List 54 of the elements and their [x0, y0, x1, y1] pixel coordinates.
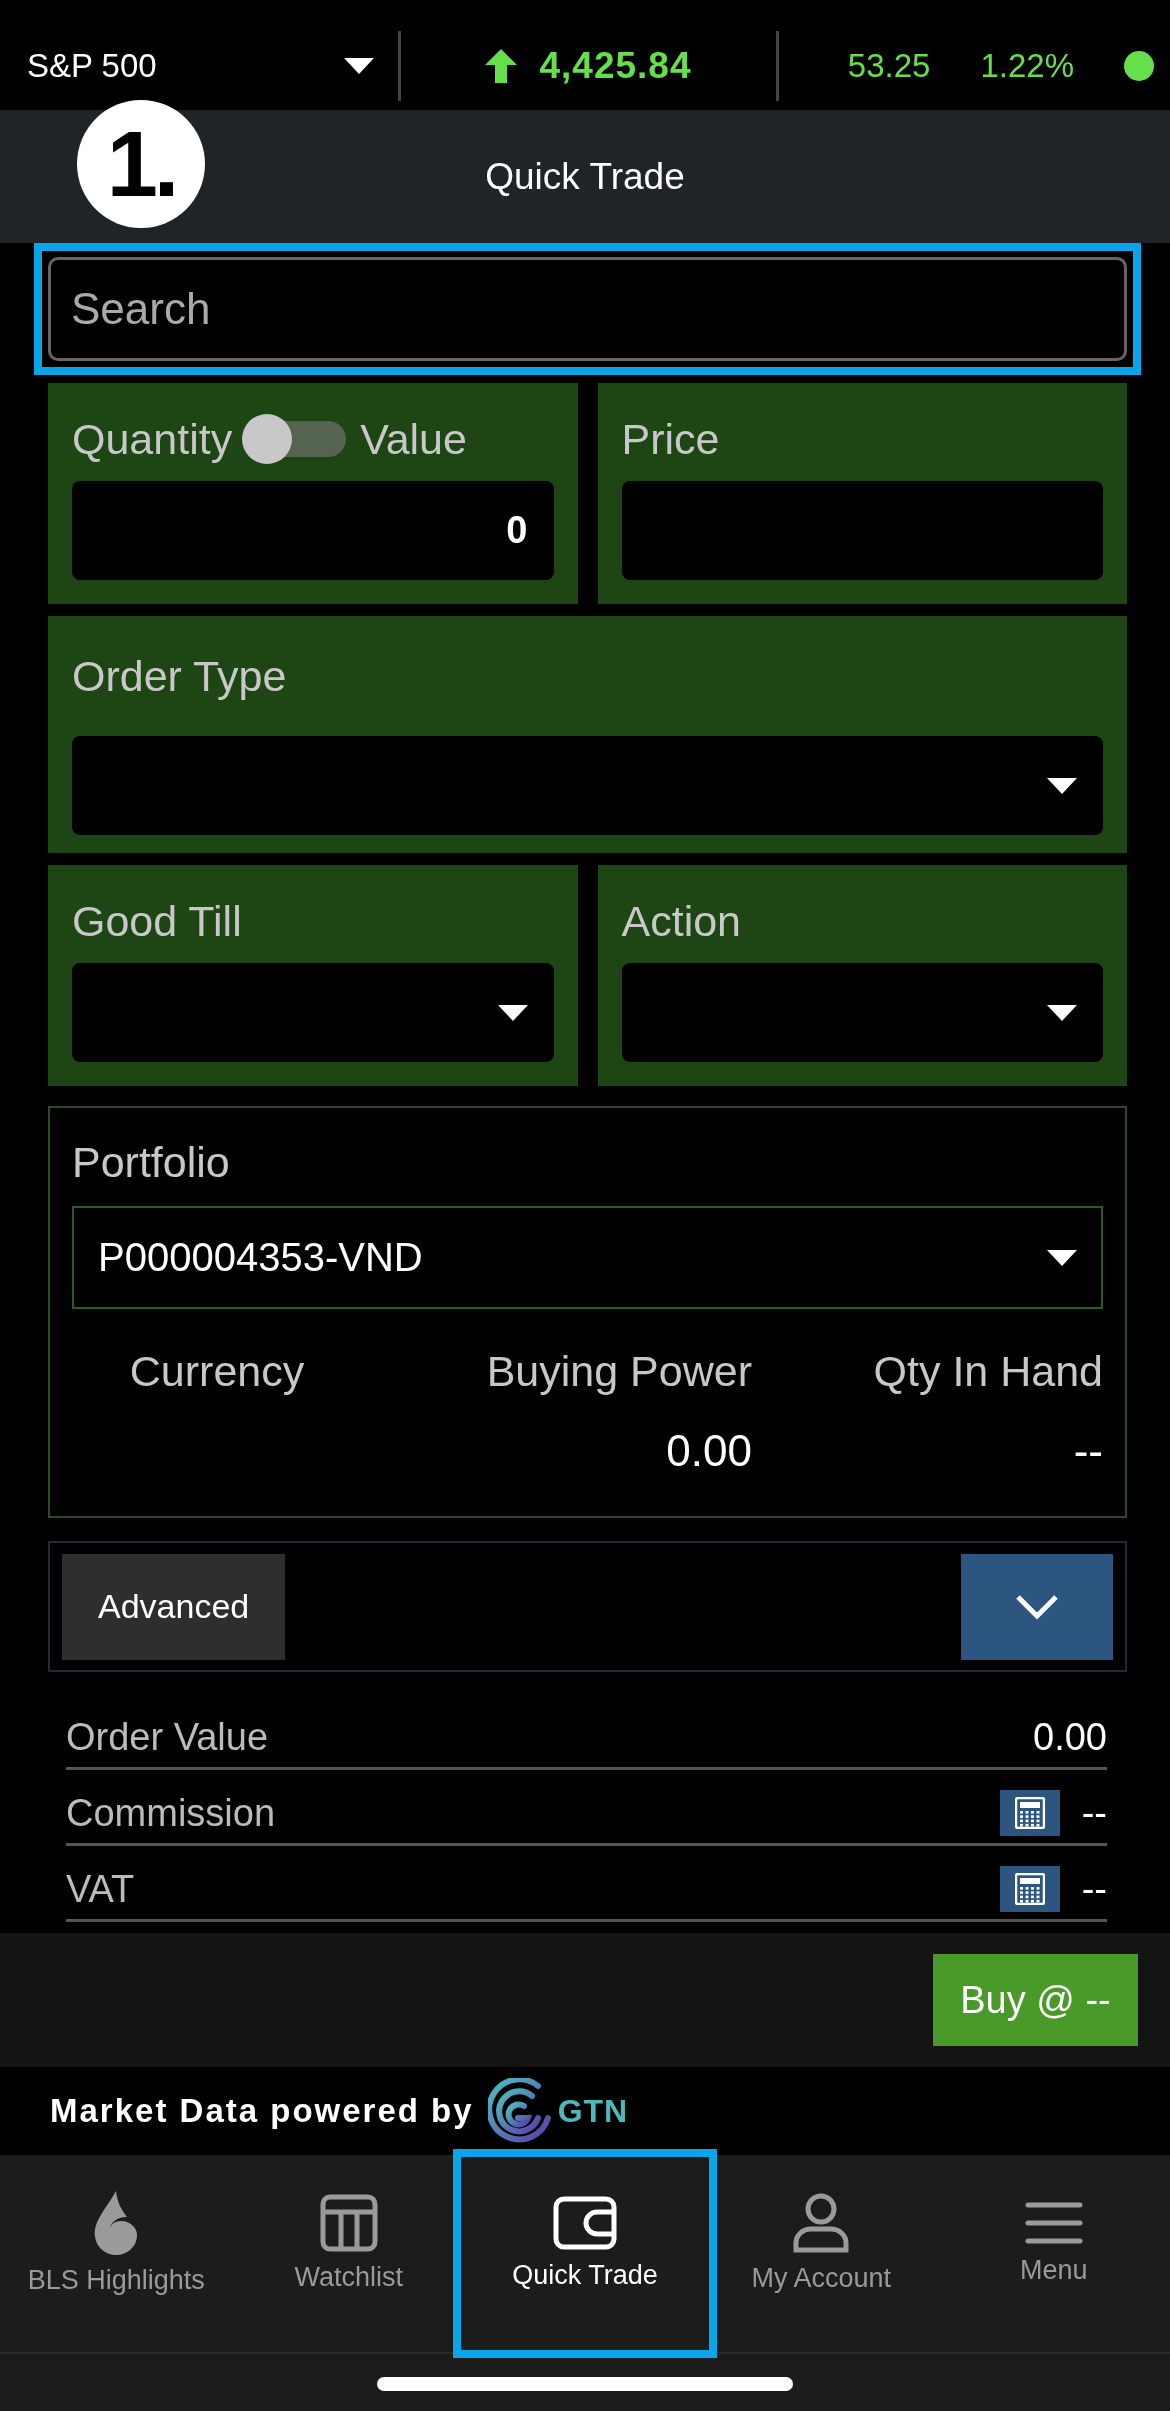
index-value: 4,425.84 [539, 45, 692, 87]
expand-button[interactable] [961, 1553, 1113, 1660]
column-heading: Qty In Hand [873, 1347, 1103, 1395]
input-field[interactable] [621, 963, 1103, 1062]
field-label: Good Till [72, 896, 242, 947]
summary-value: -- [1081, 1867, 1107, 1912]
input-field[interactable] [72, 736, 1103, 835]
calculator-button[interactable] [999, 1866, 1060, 1912]
field-label: Portfolio [72, 1137, 230, 1188]
brand-name: GTN [557, 2092, 629, 2130]
summary-value: 0.00 [1033, 1715, 1107, 1760]
chevron-down-icon [1015, 1593, 1059, 1620]
buy-button[interactable]: Buy @ -- [933, 1954, 1138, 2046]
field-label: Order Type [72, 651, 287, 702]
portfolio-dropdown[interactable]: P000004353-VND [72, 1206, 1103, 1309]
index-name: S&P 500 [27, 47, 157, 85]
summary-label: Order Value [66, 1715, 269, 1760]
calculator-button[interactable] [999, 1790, 1060, 1836]
calculator-icon [1014, 1797, 1045, 1829]
column-value: 0.00 [666, 1426, 752, 1475]
person-icon [793, 2193, 850, 2253]
dropdown-caret-icon [497, 1004, 528, 1021]
summary-value: -- [1081, 1791, 1107, 1836]
swirl-logo-icon [487, 2078, 554, 2144]
dropdown-caret-icon [344, 58, 374, 74]
field-label: Quantity [72, 414, 233, 465]
input-field[interactable] [72, 963, 554, 1062]
menu-icon [1024, 2201, 1083, 2245]
nav-tab[interactable]: Menu [937, 2155, 1170, 2352]
field-label: Action [621, 896, 741, 947]
arrow-icon [485, 49, 518, 83]
powered-by-text: Market Data powered by [50, 2092, 474, 2130]
calculator-icon [1014, 1873, 1045, 1905]
column-value: -- [1073, 1426, 1103, 1475]
page-title: Quick Trade [485, 155, 685, 198]
index-change-percent: 1.22% [980, 47, 1074, 85]
index-change: 53.25 [847, 47, 931, 85]
search-field[interactable]: Search [48, 257, 1127, 361]
summary-label: Commission [66, 1791, 276, 1836]
wallet-icon [553, 2196, 617, 2250]
advanced-button[interactable]: Advanced [62, 1553, 286, 1660]
input-field[interactable] [621, 481, 1103, 580]
summary-label: VAT [66, 1867, 135, 1912]
nav-tab[interactable]: BLS Highlights [0, 2155, 233, 2352]
field-label: Value [360, 414, 467, 465]
field-value: 0 [506, 509, 528, 552]
dropdown-caret-icon [1047, 1004, 1077, 1021]
column-heading: Buying Power [486, 1347, 752, 1395]
dropdown-caret-icon [1047, 1249, 1077, 1266]
dropdown-caret-icon [1047, 777, 1077, 794]
table-icon [319, 2194, 378, 2252]
input-field[interactable]: 0 [72, 481, 554, 580]
field-label: Price [621, 414, 720, 465]
column-heading: Currency [129, 1347, 305, 1395]
